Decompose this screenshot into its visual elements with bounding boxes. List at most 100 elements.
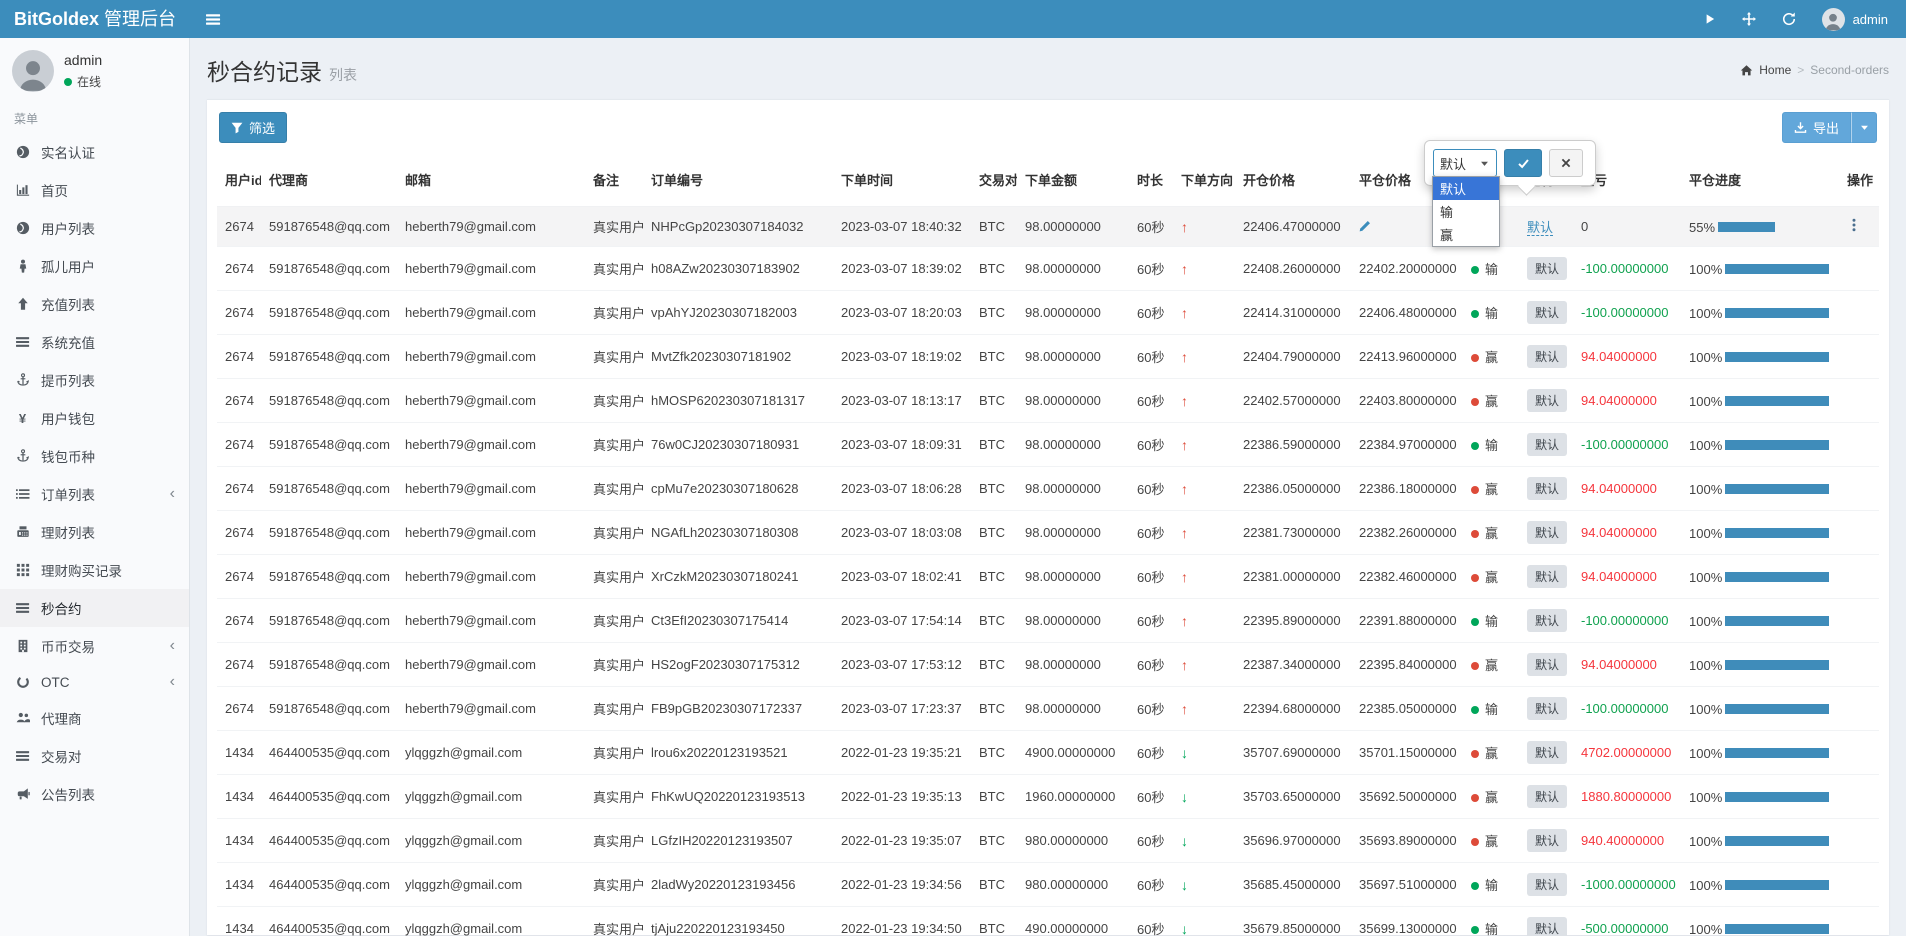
- control-badge[interactable]: 默认: [1527, 565, 1567, 588]
- page-title: 秒合约记录列表: [207, 53, 357, 87]
- cell-pair: BTC: [971, 863, 1017, 907]
- sidebar-item-label: 交易对: [41, 746, 82, 766]
- control-badge[interactable]: 默认: [1527, 917, 1567, 936]
- control-badge[interactable]: 默认: [1527, 829, 1567, 852]
- cell-direction: ↑: [1173, 555, 1235, 599]
- direction-down-arrow: ↓: [1181, 745, 1188, 761]
- cell-open-price: 35703.65000000: [1235, 775, 1351, 819]
- cell-open-price: 22402.57000000: [1235, 379, 1351, 423]
- sidebar-item-finance-purchase-records[interactable]: 理财购买记录: [0, 551, 189, 589]
- row-actions-menu-icon[interactable]: [1847, 218, 1861, 232]
- cell-progress: 100%: [1681, 423, 1839, 467]
- cell-pair: BTC: [971, 643, 1017, 687]
- cell-duration: 60秒: [1129, 467, 1173, 511]
- table-box: 筛选 导出 用户id代理商邮箱备注订单编号下单时间交易对下单金额时长下单方向开仓…: [207, 99, 1889, 935]
- control-badge[interactable]: 默认: [1527, 741, 1567, 764]
- editor-option-1[interactable]: 默认: [1433, 177, 1499, 200]
- sidebar-item-orphan-users[interactable]: 孤儿用户: [0, 247, 189, 285]
- cell-duration: 60秒: [1129, 863, 1173, 907]
- refresh-icon[interactable]: [1782, 12, 1796, 26]
- cell-order-no: Ct3EfI20230307175414: [643, 599, 833, 643]
- breadcrumb-separator: >: [1797, 63, 1804, 77]
- filter-button[interactable]: 筛选: [219, 112, 287, 143]
- editor-select[interactable]: 默认: [1433, 149, 1497, 177]
- editor-option-3[interactable]: 赢: [1433, 223, 1499, 246]
- control-badge[interactable]: 默认: [1527, 609, 1567, 632]
- table-row: 2674591876548@qq.comheberth79@gmail.com真…: [217, 467, 1879, 511]
- sidebar-item-user-list[interactable]: 用户列表: [0, 209, 189, 247]
- sidebar-item-second-contract[interactable]: 秒合约: [0, 589, 189, 627]
- progress-bar: [1725, 528, 1829, 538]
- export-button[interactable]: 导出: [1782, 112, 1851, 143]
- sidebar-item-system-deposit[interactable]: 系统充值: [0, 323, 189, 361]
- cell-order-no: LGfzIH20220123193507: [643, 819, 833, 863]
- control-badge[interactable]: 默认: [1527, 301, 1567, 324]
- control-editable-link[interactable]: 默认: [1527, 220, 1553, 236]
- cell-control: 默认: [1519, 247, 1573, 291]
- edit-close-price-icon[interactable]: [1359, 219, 1372, 232]
- sidebar-item-trade-pairs[interactable]: 交易对: [0, 737, 189, 775]
- orders-table: 用户id代理商邮箱备注订单编号下单时间交易对下单金额时长下单方向开仓价格平仓价格…: [217, 153, 1879, 936]
- cell-agent: 591876548@qq.com: [261, 291, 397, 335]
- breadcrumb-home-link[interactable]: Home: [1759, 63, 1791, 77]
- cell-agent: 464400535@qq.com: [261, 907, 397, 936]
- editor-option-2[interactable]: 输: [1433, 200, 1499, 223]
- progress-percent: 100%: [1689, 262, 1722, 277]
- table-row: 2674591876548@qq.comheberth79@gmail.com真…: [217, 687, 1879, 731]
- editor-cancel-button[interactable]: [1549, 149, 1583, 177]
- sidebar-item-order-list[interactable]: 订单列表‹: [0, 475, 189, 513]
- navbar-user-menu[interactable]: admin: [1822, 8, 1888, 31]
- cell-pnl: 1880.80000000: [1573, 775, 1681, 819]
- sidebar-item-real-name-auth[interactable]: 实名认证: [0, 133, 189, 171]
- main-content: 秒合约记录列表 Home > Second-orders 筛选 导出: [190, 38, 1906, 936]
- cell-amount: 980.00000000: [1017, 819, 1129, 863]
- cell-result: 赢: [1463, 379, 1519, 423]
- cell-close-price: 35697.51000000: [1351, 863, 1463, 907]
- cell-email: ylqggzh@gmail.com: [397, 819, 585, 863]
- play-icon[interactable]: [1704, 13, 1716, 25]
- avatar: [12, 50, 54, 92]
- fullscreen-icon[interactable]: [1742, 12, 1756, 26]
- control-badge[interactable]: 默认: [1527, 653, 1567, 676]
- sidebar-item-otc[interactable]: OTC‹: [0, 665, 189, 699]
- control-badge[interactable]: 默认: [1527, 697, 1567, 720]
- sidebar-toggle-button[interactable]: [190, 0, 236, 38]
- control-badge[interactable]: 默认: [1527, 389, 1567, 412]
- sidebar-item-withdraw-list[interactable]: 提币列表: [0, 361, 189, 399]
- sidebar-item-home[interactable]: 首页: [0, 171, 189, 209]
- cell-order-no: NHPcGp20230307184032: [643, 207, 833, 247]
- sidebar-item-agents[interactable]: 代理商: [0, 699, 189, 737]
- sidebar-item-user-wallet[interactable]: ¥用户钱包: [0, 399, 189, 437]
- cell-amount: 98.00000000: [1017, 379, 1129, 423]
- cell-open-price: 22386.59000000: [1235, 423, 1351, 467]
- sidebar-item-deposit-list[interactable]: 充值列表: [0, 285, 189, 323]
- circle-ring-icon: [14, 675, 31, 689]
- progress-bar: [1725, 264, 1829, 274]
- control-badge[interactable]: 默认: [1527, 257, 1567, 280]
- sidebar-item-wallet-coins[interactable]: 钱包币种: [0, 437, 189, 475]
- control-badge[interactable]: 默认: [1527, 477, 1567, 500]
- menu-section-label: 菜单: [0, 100, 189, 133]
- control-badge[interactable]: 默认: [1527, 873, 1567, 896]
- cell-user-id: 2674: [217, 207, 261, 247]
- chevron-down-icon: [1479, 158, 1490, 169]
- app-logo[interactable]: BitGoldex 管理后台: [0, 0, 190, 38]
- sidebar-item-finance-list[interactable]: 理财列表: [0, 513, 189, 551]
- control-badge[interactable]: 默认: [1527, 785, 1567, 808]
- export-caret-button[interactable]: [1851, 112, 1877, 143]
- control-badge[interactable]: 默认: [1527, 433, 1567, 456]
- control-badge[interactable]: 默认: [1527, 521, 1567, 544]
- cell-email: heberth79@gmail.com: [397, 687, 585, 731]
- control-badge[interactable]: 默认: [1527, 345, 1567, 368]
- list-icon: [14, 487, 31, 501]
- cell-progress: 100%: [1681, 511, 1839, 555]
- sidebar-item-label: 用户列表: [41, 218, 95, 238]
- cell-agent: 591876548@qq.com: [261, 511, 397, 555]
- sidebar-item-announcements[interactable]: 公告列表: [0, 775, 189, 813]
- cell-order-no: 2ladWy20220123193456: [643, 863, 833, 907]
- editor-select-dropdown: 默认输赢: [1432, 176, 1500, 247]
- sidebar-menu: 实名认证首页用户列表孤儿用户充值列表系统充值提币列表¥用户钱包钱包币种订单列表‹…: [0, 133, 189, 813]
- cell-order-time: 2022-01-23 19:34:56: [833, 863, 971, 907]
- editor-confirm-button[interactable]: [1504, 149, 1542, 177]
- sidebar-item-coin-trade[interactable]: 币币交易‹: [0, 627, 189, 665]
